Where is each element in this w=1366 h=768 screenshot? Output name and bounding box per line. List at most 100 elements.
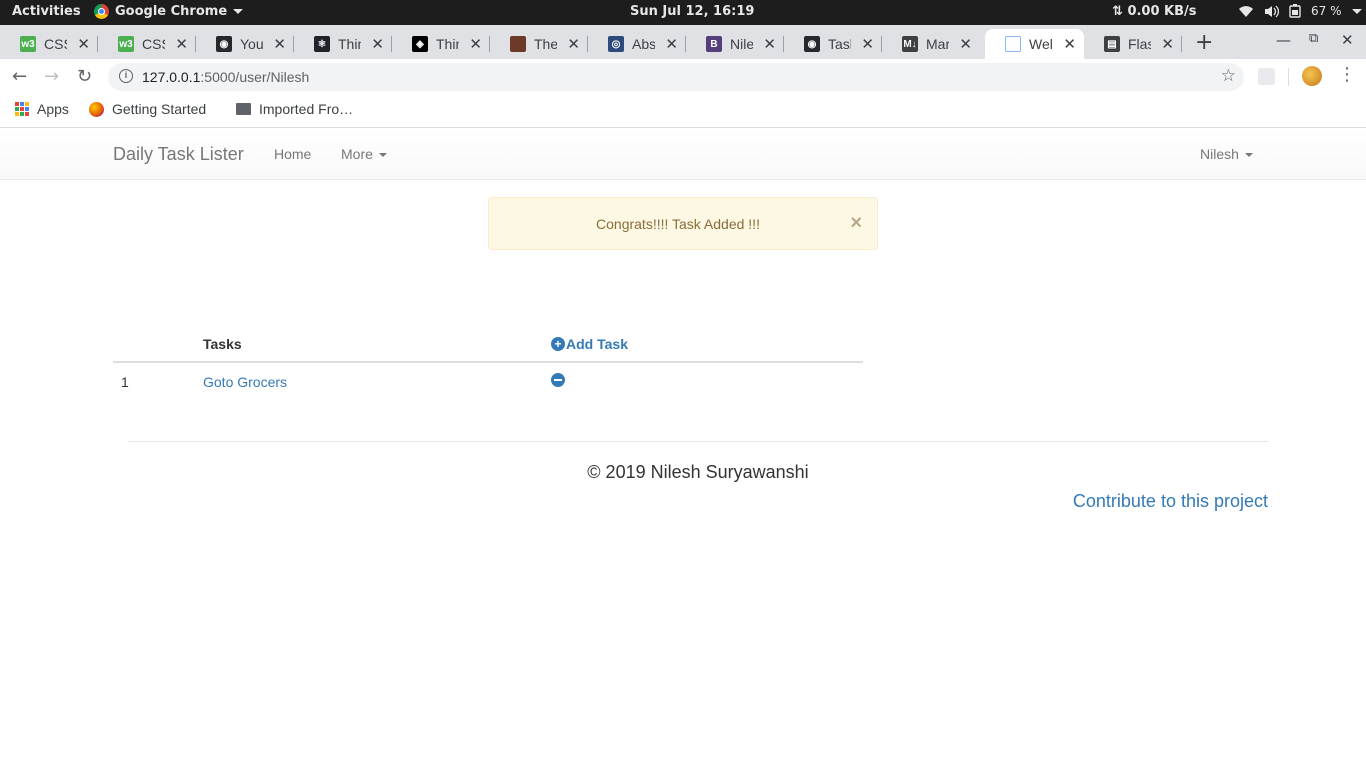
user-name: Nilesh [1200, 146, 1239, 162]
browser-tab[interactable]: ▤ Flask ✕ [1084, 29, 1182, 59]
browser-tab[interactable]: B Niles ✕ [686, 29, 784, 59]
url-host: 127.0.0.1 [142, 69, 201, 85]
app-menu-label: Google Chrome [115, 4, 228, 19]
tab-close-icon[interactable]: ✕ [861, 35, 874, 53]
tab-close-icon[interactable]: ✕ [959, 35, 972, 53]
tab-title: Welc [1029, 36, 1053, 52]
caret-down-icon [378, 153, 387, 158]
tab-close-icon[interactable]: ✕ [665, 35, 678, 53]
nav-more-dropdown[interactable]: More [341, 146, 387, 162]
github-icon: ◉ [216, 36, 232, 52]
tab-title: Think [338, 36, 362, 52]
tab-close-icon[interactable]: ✕ [371, 35, 384, 53]
browser-tab[interactable]: The F ✕ [490, 29, 588, 59]
tab-title: Niles [730, 36, 754, 52]
tab-title: Task [828, 36, 851, 52]
tab-strip: w3CSS F✕w3CSS (✕◉Your✕⚛Think✕◈Think✕The … [0, 25, 1366, 59]
bookmark-apps[interactable]: Apps [15, 101, 69, 117]
chevron-down-icon [233, 9, 244, 14]
network-arrows-icon: ⇅ [1112, 4, 1123, 19]
wifi-icon [1239, 5, 1253, 17]
w3schools-icon: w3 [118, 36, 134, 52]
activities-button[interactable]: Activities [12, 4, 81, 19]
nav-home-link[interactable]: Home [274, 146, 311, 162]
extension-icon[interactable] [1258, 68, 1275, 85]
reload-button[interactable]: ↻ [77, 66, 92, 87]
delete-task-button[interactable] [551, 373, 565, 387]
apps-grid-icon [15, 102, 29, 116]
bookmark-star-icon[interactable]: ☆ [1221, 66, 1236, 86]
battery-icon [1289, 4, 1301, 18]
flash-alert: Congrats!!!! Task Added !!! × [488, 197, 878, 250]
browser-tab[interactable]: M↓ Mark ✕ [882, 29, 980, 59]
page-icon [1005, 36, 1021, 52]
alert-message: Congrats!!!! Task Added !!! [596, 216, 760, 232]
folder-icon [236, 103, 251, 115]
app-menu[interactable]: Google Chrome [94, 4, 244, 19]
tab-close-icon[interactable]: ✕ [1161, 35, 1174, 53]
chrome-icon [94, 4, 109, 19]
new-tab-button[interactable]: + [1195, 30, 1213, 55]
add-task-label: Add Task [566, 336, 628, 352]
browser-tab[interactable]: Welc ✕ [985, 29, 1084, 59]
tab-title: Your [240, 36, 264, 52]
user-dropdown[interactable]: Nilesh [1200, 146, 1253, 162]
tab-title: CSS F [44, 36, 67, 52]
table-row: 1 Goto Grocers [113, 363, 863, 401]
back-button[interactable]: ← [12, 66, 27, 87]
browser-tab[interactable]: w3 CSS F ✕ [0, 29, 98, 59]
alert-close-button[interactable]: × [850, 212, 862, 235]
tab-title: Flask [1128, 36, 1152, 52]
nav-more-label: More [341, 146, 373, 162]
system-menu[interactable]: 67 % [1238, 4, 1362, 18]
minimize-button[interactable]: — [1276, 31, 1291, 49]
plus-circle-icon: + [551, 337, 565, 351]
github-icon: ◉ [804, 36, 820, 52]
info-icon[interactable]: i [119, 69, 133, 83]
tab-close-icon[interactable]: ✕ [273, 35, 286, 53]
copyright-text: © 2019 Nilesh Suryawanshi [587, 462, 809, 482]
navbar-brand[interactable]: Daily Task Lister [113, 144, 244, 165]
task-number: 1 [121, 374, 129, 390]
task-link[interactable]: Goto Grocers [203, 374, 287, 390]
add-task-link[interactable]: + Add Task [551, 336, 628, 352]
browser-tab[interactable]: w3 CSS (✕ [98, 29, 196, 59]
browser-tab[interactable]: ◉ Task ✕ [784, 29, 882, 59]
tab-close-icon[interactable]: ✕ [175, 35, 188, 53]
bookmark-apps-label: Apps [37, 101, 69, 117]
w3schools-icon: w3 [20, 36, 36, 52]
profile-avatar[interactable] [1302, 66, 1322, 86]
bookmarks-bar: Apps Getting Started Imported Fro… [0, 95, 1366, 128]
address-bar[interactable]: i 127.0.0.1:5000/user/Nilesh ☆ [108, 63, 1244, 91]
browser-tab[interactable]: ⚛ Think ✕ [294, 29, 392, 59]
bookmark-getting-started-label: Getting Started [112, 101, 207, 117]
url-text[interactable]: 127.0.0.1:5000/user/Nilesh [142, 69, 309, 85]
maximize-button[interactable]: ⧉ [1309, 31, 1318, 46]
compass-icon: ◎ [608, 36, 624, 52]
bookmark-folder-imported[interactable]: Imported Fro… [236, 101, 353, 117]
contribute-link[interactable]: Contribute to this project [1073, 491, 1268, 512]
bootstrap-icon: B [706, 36, 722, 52]
tab-close-icon[interactable]: ✕ [77, 35, 90, 53]
tab-close-icon[interactable]: ✕ [469, 35, 482, 53]
tab-close-icon[interactable]: ✕ [763, 35, 776, 53]
browser-toolbar: ← → ↻ i 127.0.0.1:5000/user/Nilesh ☆ [0, 59, 1366, 95]
bookmark-folder-label: Imported Fro… [259, 101, 354, 117]
bookmark-getting-started[interactable]: Getting Started [89, 101, 206, 117]
browser-tab[interactable]: ◉ Your ✕ [196, 29, 294, 59]
tab-close-icon[interactable]: ✕ [1063, 35, 1076, 53]
browser-tab[interactable]: ◈ Think ✕ [392, 29, 490, 59]
kebab-menu-icon[interactable]: ⋮ [1338, 64, 1356, 85]
close-window-button[interactable]: ✕ [1341, 31, 1354, 49]
caret-down-icon [1244, 153, 1253, 158]
table-header: Tasks + Add Task [113, 330, 863, 363]
tab-separator [1181, 36, 1182, 52]
tab-title: Think [436, 36, 460, 52]
browser-tab[interactable]: ◎ Abso ✕ [588, 29, 686, 59]
site-navbar: Daily Task Lister Home More Nilesh [0, 129, 1366, 180]
tab-close-icon[interactable]: ✕ [567, 35, 580, 53]
tab-title: The F [534, 36, 558, 52]
portrait-icon [510, 36, 526, 52]
forward-button[interactable]: → [44, 66, 59, 87]
clock[interactable]: Sun Jul 12, 16:19 [630, 4, 754, 19]
